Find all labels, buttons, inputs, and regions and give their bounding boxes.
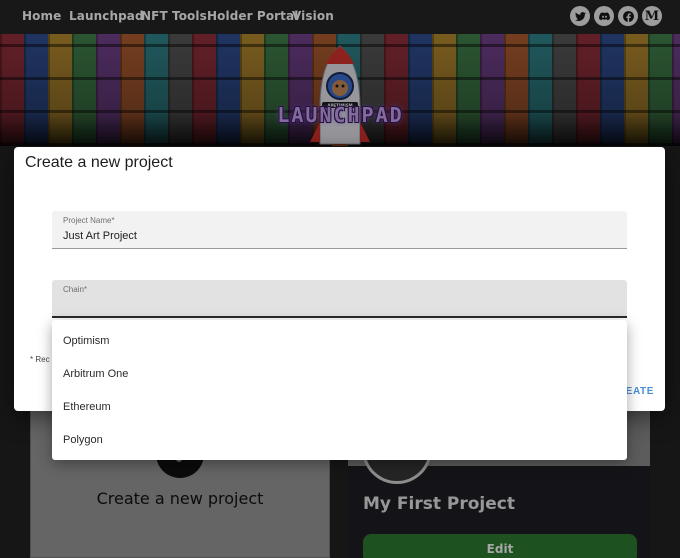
required-fields-note: * Rec bbox=[30, 355, 50, 364]
chain-option-optimism[interactable]: Optimism bbox=[52, 324, 627, 357]
chain-select[interactable]: Chain* bbox=[52, 280, 627, 318]
dialog-title: Create a new project bbox=[25, 154, 173, 171]
chain-option-ethereum[interactable]: Ethereum bbox=[52, 390, 627, 423]
create-button[interactable]: EATE bbox=[626, 386, 654, 397]
chain-dropdown-menu: Optimism Arbitrum One Ethereum Polygon bbox=[52, 320, 627, 460]
chain-option-polygon[interactable]: Polygon bbox=[52, 423, 627, 456]
project-name-field[interactable]: Project Name* bbox=[52, 211, 627, 249]
chain-option-arbitrum-one[interactable]: Arbitrum One bbox=[52, 357, 627, 390]
project-name-label: Project Name* bbox=[63, 216, 115, 225]
chain-label: Chain* bbox=[63, 285, 88, 294]
project-name-input[interactable] bbox=[63, 230, 603, 242]
